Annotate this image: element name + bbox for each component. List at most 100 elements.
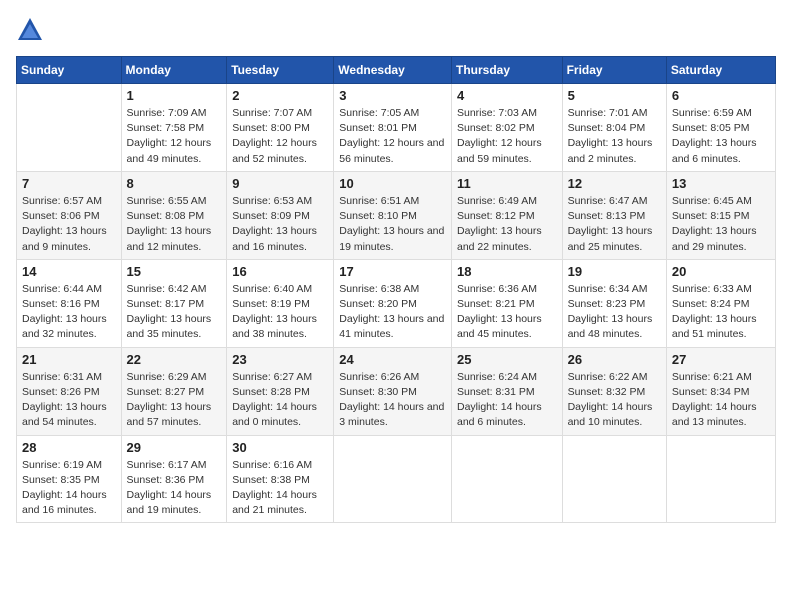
day-cell <box>17 84 122 172</box>
week-row-5: 28 Sunrise: 6:19 AMSunset: 8:35 PMDaylig… <box>17 435 776 523</box>
day-info: Sunrise: 6:26 AMSunset: 8:30 PMDaylight:… <box>339 370 446 431</box>
day-number: 15 <box>127 264 222 279</box>
day-number: 30 <box>232 440 328 455</box>
day-cell: 18 Sunrise: 6:36 AMSunset: 8:21 PMDaylig… <box>451 259 562 347</box>
logo-icon <box>16 16 44 44</box>
day-cell <box>451 435 562 523</box>
calendar-header: SundayMondayTuesdayWednesdayThursdayFrid… <box>17 57 776 84</box>
day-info: Sunrise: 6:42 AMSunset: 8:17 PMDaylight:… <box>127 282 222 343</box>
day-info: Sunrise: 6:51 AMSunset: 8:10 PMDaylight:… <box>339 194 446 255</box>
header-cell-saturday: Saturday <box>666 57 775 84</box>
day-number: 25 <box>457 352 557 367</box>
day-cell: 20 Sunrise: 6:33 AMSunset: 8:24 PMDaylig… <box>666 259 775 347</box>
day-cell: 25 Sunrise: 6:24 AMSunset: 8:31 PMDaylig… <box>451 347 562 435</box>
day-info: Sunrise: 6:27 AMSunset: 8:28 PMDaylight:… <box>232 370 328 431</box>
day-info: Sunrise: 7:09 AMSunset: 7:58 PMDaylight:… <box>127 106 222 167</box>
day-info: Sunrise: 7:03 AMSunset: 8:02 PMDaylight:… <box>457 106 557 167</box>
day-cell: 5 Sunrise: 7:01 AMSunset: 8:04 PMDayligh… <box>562 84 666 172</box>
day-cell <box>562 435 666 523</box>
day-cell: 2 Sunrise: 7:07 AMSunset: 8:00 PMDayligh… <box>227 84 334 172</box>
day-cell: 11 Sunrise: 6:49 AMSunset: 8:12 PMDaylig… <box>451 171 562 259</box>
day-cell: 16 Sunrise: 6:40 AMSunset: 8:19 PMDaylig… <box>227 259 334 347</box>
week-row-4: 21 Sunrise: 6:31 AMSunset: 8:26 PMDaylig… <box>17 347 776 435</box>
day-cell: 30 Sunrise: 6:16 AMSunset: 8:38 PMDaylig… <box>227 435 334 523</box>
header-cell-wednesday: Wednesday <box>334 57 452 84</box>
day-info: Sunrise: 6:22 AMSunset: 8:32 PMDaylight:… <box>568 370 661 431</box>
day-info: Sunrise: 7:01 AMSunset: 8:04 PMDaylight:… <box>568 106 661 167</box>
day-number: 27 <box>672 352 770 367</box>
day-number: 11 <box>457 176 557 191</box>
day-info: Sunrise: 6:29 AMSunset: 8:27 PMDaylight:… <box>127 370 222 431</box>
day-number: 20 <box>672 264 770 279</box>
day-info: Sunrise: 6:17 AMSunset: 8:36 PMDaylight:… <box>127 458 222 519</box>
day-info: Sunrise: 6:21 AMSunset: 8:34 PMDaylight:… <box>672 370 770 431</box>
day-cell: 15 Sunrise: 6:42 AMSunset: 8:17 PMDaylig… <box>121 259 227 347</box>
day-cell: 8 Sunrise: 6:55 AMSunset: 8:08 PMDayligh… <box>121 171 227 259</box>
day-number: 6 <box>672 88 770 103</box>
day-info: Sunrise: 6:45 AMSunset: 8:15 PMDaylight:… <box>672 194 770 255</box>
day-info: Sunrise: 6:49 AMSunset: 8:12 PMDaylight:… <box>457 194 557 255</box>
day-number: 21 <box>22 352 116 367</box>
day-info: Sunrise: 6:31 AMSunset: 8:26 PMDaylight:… <box>22 370 116 431</box>
day-number: 2 <box>232 88 328 103</box>
week-row-2: 7 Sunrise: 6:57 AMSunset: 8:06 PMDayligh… <box>17 171 776 259</box>
day-info: Sunrise: 6:36 AMSunset: 8:21 PMDaylight:… <box>457 282 557 343</box>
day-info: Sunrise: 6:47 AMSunset: 8:13 PMDaylight:… <box>568 194 661 255</box>
day-cell: 22 Sunrise: 6:29 AMSunset: 8:27 PMDaylig… <box>121 347 227 435</box>
day-info: Sunrise: 6:55 AMSunset: 8:08 PMDaylight:… <box>127 194 222 255</box>
day-info: Sunrise: 6:59 AMSunset: 8:05 PMDaylight:… <box>672 106 770 167</box>
week-row-3: 14 Sunrise: 6:44 AMSunset: 8:16 PMDaylig… <box>17 259 776 347</box>
calendar-body: 1 Sunrise: 7:09 AMSunset: 7:58 PMDayligh… <box>17 84 776 523</box>
day-cell <box>666 435 775 523</box>
day-cell: 21 Sunrise: 6:31 AMSunset: 8:26 PMDaylig… <box>17 347 122 435</box>
day-cell: 1 Sunrise: 7:09 AMSunset: 7:58 PMDayligh… <box>121 84 227 172</box>
day-number: 14 <box>22 264 116 279</box>
day-number: 9 <box>232 176 328 191</box>
day-info: Sunrise: 6:53 AMSunset: 8:09 PMDaylight:… <box>232 194 328 255</box>
header-cell-thursday: Thursday <box>451 57 562 84</box>
header-cell-tuesday: Tuesday <box>227 57 334 84</box>
week-row-1: 1 Sunrise: 7:09 AMSunset: 7:58 PMDayligh… <box>17 84 776 172</box>
day-number: 24 <box>339 352 446 367</box>
logo <box>16 16 48 44</box>
day-info: Sunrise: 6:57 AMSunset: 8:06 PMDaylight:… <box>22 194 116 255</box>
header-cell-friday: Friday <box>562 57 666 84</box>
day-info: Sunrise: 7:07 AMSunset: 8:00 PMDaylight:… <box>232 106 328 167</box>
day-cell: 27 Sunrise: 6:21 AMSunset: 8:34 PMDaylig… <box>666 347 775 435</box>
day-number: 17 <box>339 264 446 279</box>
day-number: 22 <box>127 352 222 367</box>
day-number: 10 <box>339 176 446 191</box>
day-number: 26 <box>568 352 661 367</box>
day-number: 7 <box>22 176 116 191</box>
day-number: 29 <box>127 440 222 455</box>
calendar-table: SundayMondayTuesdayWednesdayThursdayFrid… <box>16 56 776 523</box>
day-cell: 29 Sunrise: 6:17 AMSunset: 8:36 PMDaylig… <box>121 435 227 523</box>
day-cell: 24 Sunrise: 6:26 AMSunset: 8:30 PMDaylig… <box>334 347 452 435</box>
day-cell: 9 Sunrise: 6:53 AMSunset: 8:09 PMDayligh… <box>227 171 334 259</box>
day-cell: 10 Sunrise: 6:51 AMSunset: 8:10 PMDaylig… <box>334 171 452 259</box>
day-cell: 14 Sunrise: 6:44 AMSunset: 8:16 PMDaylig… <box>17 259 122 347</box>
day-info: Sunrise: 6:16 AMSunset: 8:38 PMDaylight:… <box>232 458 328 519</box>
day-info: Sunrise: 7:05 AMSunset: 8:01 PMDaylight:… <box>339 106 446 167</box>
header-cell-sunday: Sunday <box>17 57 122 84</box>
day-info: Sunrise: 6:44 AMSunset: 8:16 PMDaylight:… <box>22 282 116 343</box>
day-cell: 6 Sunrise: 6:59 AMSunset: 8:05 PMDayligh… <box>666 84 775 172</box>
day-number: 12 <box>568 176 661 191</box>
header-cell-monday: Monday <box>121 57 227 84</box>
day-number: 13 <box>672 176 770 191</box>
day-cell: 17 Sunrise: 6:38 AMSunset: 8:20 PMDaylig… <box>334 259 452 347</box>
day-cell: 12 Sunrise: 6:47 AMSunset: 8:13 PMDaylig… <box>562 171 666 259</box>
day-info: Sunrise: 6:19 AMSunset: 8:35 PMDaylight:… <box>22 458 116 519</box>
page-header <box>16 16 776 44</box>
day-info: Sunrise: 6:40 AMSunset: 8:19 PMDaylight:… <box>232 282 328 343</box>
day-number: 18 <box>457 264 557 279</box>
header-row: SundayMondayTuesdayWednesdayThursdayFrid… <box>17 57 776 84</box>
day-info: Sunrise: 6:24 AMSunset: 8:31 PMDaylight:… <box>457 370 557 431</box>
day-number: 3 <box>339 88 446 103</box>
day-info: Sunrise: 6:34 AMSunset: 8:23 PMDaylight:… <box>568 282 661 343</box>
day-number: 19 <box>568 264 661 279</box>
day-info: Sunrise: 6:38 AMSunset: 8:20 PMDaylight:… <box>339 282 446 343</box>
day-cell: 19 Sunrise: 6:34 AMSunset: 8:23 PMDaylig… <box>562 259 666 347</box>
day-number: 23 <box>232 352 328 367</box>
day-number: 28 <box>22 440 116 455</box>
